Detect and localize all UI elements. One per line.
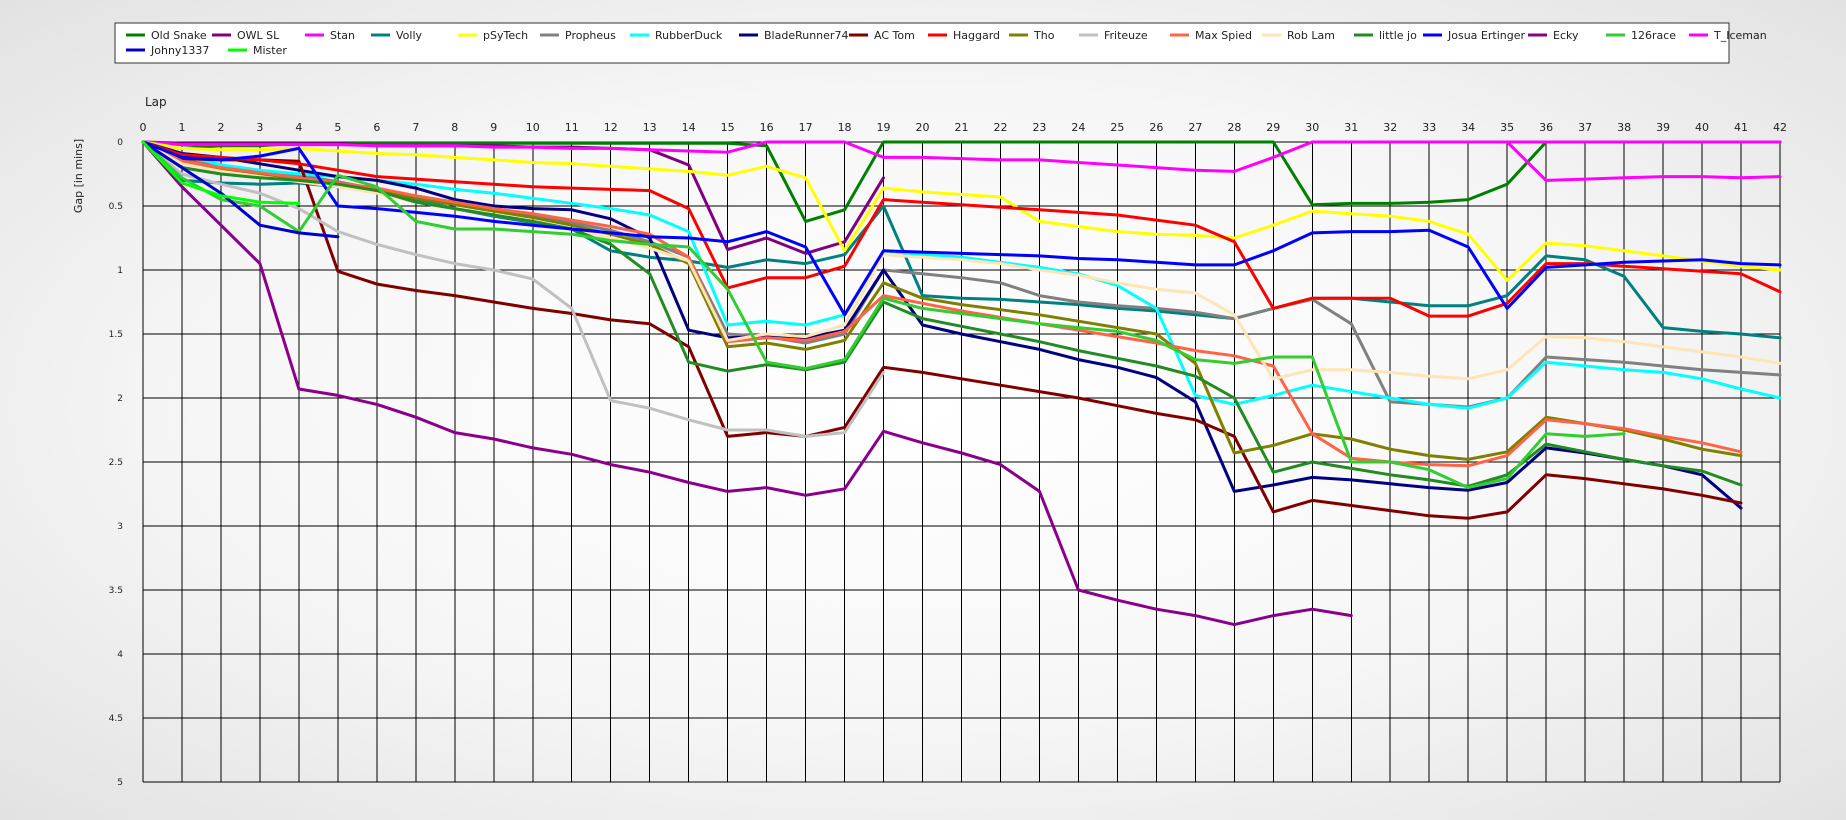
x-tick-label: 9 [490, 121, 497, 134]
legend-label: 126race [1631, 29, 1676, 42]
x-tick-label: 41 [1734, 121, 1748, 134]
legend-label: AC Tom [874, 29, 915, 42]
x-tick-label: 0 [140, 121, 147, 134]
legend: Old Snake OWL SL Stan Volly pSyTech Propheus R… [114, 22, 1767, 64]
y-tick-label: 2.5 [109, 458, 123, 468]
x-tick-label: 32 [1383, 121, 1397, 134]
series-line-ecky [141, 140, 1353, 627]
x-tick-label: 38 [1617, 121, 1631, 134]
x-tick-label: 26 [1149, 121, 1163, 134]
x-tick-label: 19 [877, 121, 891, 134]
y-tick-label: 0 [117, 138, 123, 148]
legend-label: OWL SL [237, 29, 280, 42]
legend-label: Friteuze [1104, 29, 1148, 42]
x-tick-label: 10 [526, 121, 540, 134]
legend-label: Propheus [565, 29, 616, 42]
x-tick-label: 18 [838, 121, 852, 134]
x-tick-label: 5 [334, 121, 341, 134]
y-tick-label: 1 [117, 266, 123, 276]
x-tick-label: 28 [1227, 121, 1241, 134]
x-tick-label: 16 [760, 121, 774, 134]
y-tick-label: 3 [117, 522, 123, 532]
x-tick-label: 8 [451, 121, 458, 134]
legend-label: Josua Ertinger [1447, 29, 1525, 42]
x-axis-label: Lap [145, 95, 167, 109]
legend-label: Volly [396, 29, 423, 42]
x-tick-label: 7 [412, 121, 419, 134]
x-tick-label: 42 [1773, 121, 1787, 134]
x-tick-label: 22 [993, 121, 1007, 134]
legend-label: Max Spied [1195, 29, 1252, 42]
x-tick-label: 15 [721, 121, 735, 134]
legend-label: Johny1337 [150, 44, 209, 57]
legend-label: Old Snake [151, 29, 207, 42]
chart-container: Old Snake OWL SL Stan Volly pSyTech Propheus R… [0, 0, 1846, 816]
x-tick-label: 35 [1500, 121, 1514, 134]
legend-label: Stan [330, 29, 355, 42]
x-tick-label: 6 [373, 121, 380, 134]
axes: Lap Gap [in mins] 0 1 2 3 4 5 6 7 8 9 10 11 12 13 14 15… [72, 95, 1787, 788]
x-tick-label: 14 [682, 121, 696, 134]
lap-chart: Old Snake OWL SL Stan Volly pSyTech Propheus R… [72, 22, 1787, 788]
legend-label: Tho [1033, 29, 1055, 42]
legend-label: Mister [253, 44, 287, 57]
x-tick-label: 13 [643, 121, 657, 134]
legend-label: pSyTech [483, 29, 528, 42]
legend-label: Rob Lam [1287, 29, 1335, 42]
legend-label: BladeRunner74 [764, 29, 848, 42]
x-tick-label: 3 [256, 121, 263, 134]
y-tick-label: 3.5 [109, 586, 123, 596]
x-tick-label: 31 [1344, 121, 1358, 134]
y-tick-label: 0.5 [109, 202, 123, 212]
x-tick-label: 34 [1461, 121, 1475, 134]
x-tick-label: 11 [565, 121, 579, 134]
y-tick-label: 4.5 [109, 714, 123, 724]
legend-label: T_Iceman [1713, 29, 1767, 42]
x-tick-label: 30 [1305, 121, 1319, 134]
x-tick-label: 2 [217, 121, 224, 134]
y-axis-label: Gap [in mins] [72, 139, 85, 213]
x-tick-label: 4 [295, 121, 302, 134]
x-tick-label: 37 [1578, 121, 1592, 134]
y-tick-label: 4 [117, 650, 123, 660]
x-tick-label: 12 [604, 121, 618, 134]
x-tick-label: 33 [1422, 121, 1436, 134]
x-tick-label: 24 [1071, 121, 1085, 134]
legend-label: little jo [1379, 29, 1417, 42]
x-tick-label: 39 [1656, 121, 1670, 134]
x-tick-label: 40 [1695, 121, 1709, 134]
y-tick-label: 5 [117, 778, 123, 788]
x-tick-label: 29 [1266, 121, 1280, 134]
x-tick-label: 21 [955, 121, 969, 134]
series-line-t-iceman [1505, 140, 1782, 182]
x-tick-label: 23 [1032, 121, 1046, 134]
grid [142, 141, 1781, 783]
x-tick-label: 17 [799, 121, 813, 134]
x-tick-label: 27 [1188, 121, 1202, 134]
legend-label: RubberDuck [655, 29, 723, 42]
legend-label: Haggard [953, 29, 1000, 42]
legend-label: Ecky [1553, 29, 1579, 42]
y-tick-label: 2 [117, 394, 123, 404]
x-tick-label: 36 [1539, 121, 1553, 134]
x-tick-label: 1 [178, 121, 185, 134]
y-tick-label: 1.5 [109, 330, 123, 340]
x-tick-label: 25 [1110, 121, 1124, 134]
x-tick-label: 20 [916, 121, 930, 134]
